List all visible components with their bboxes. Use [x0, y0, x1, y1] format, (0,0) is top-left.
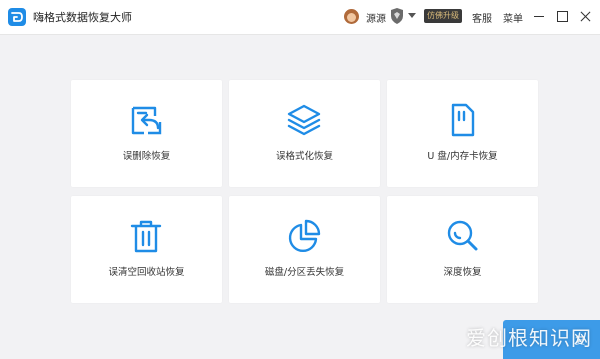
magnifier-icon	[447, 220, 478, 251]
maximize-icon[interactable]	[555, 9, 569, 23]
card-label: 误格式化恢复	[275, 151, 333, 162]
upgrade-button[interactable]: 仿佛升级	[424, 9, 462, 23]
pie-chart-icon	[288, 219, 321, 252]
card-deleted-recovery[interactable]: 误删除恢复	[71, 80, 222, 187]
sd-card-icon	[451, 103, 475, 137]
title-bar: 嗨格式数据恢复大师 源源 仿佛升级 客服 菜单	[0, 0, 600, 35]
card-recycle-bin-recovery[interactable]: 误清空回收站恢复	[71, 196, 222, 303]
minimize-icon[interactable]	[532, 9, 546, 23]
file-undo-icon	[131, 106, 162, 135]
trash-icon	[130, 220, 162, 253]
card-label: 磁盘/分区丢失恢复	[264, 267, 345, 278]
card-label: 误清空回收站恢复	[108, 267, 185, 278]
card-label: U 盘/内存卡恢复	[427, 151, 498, 162]
app-title: 嗨格式数据恢复大师	[33, 11, 132, 24]
close-icon[interactable]	[578, 9, 592, 23]
layers-icon	[287, 104, 321, 136]
watermark: 爱创根知识网	[466, 326, 592, 350]
vip-shield-icon	[391, 8, 403, 24]
card-label: 误删除恢复	[122, 151, 171, 162]
customer-service-link[interactable]: 客服	[472, 10, 492, 25]
card-label: 深度恢复	[443, 267, 482, 278]
card-format-recovery[interactable]: 误格式化恢复	[229, 80, 380, 187]
card-deep-recovery[interactable]: 深度恢复	[387, 196, 538, 303]
user-name[interactable]: 源源	[366, 10, 386, 25]
app-logo-icon	[8, 8, 26, 26]
menu-link[interactable]: 菜单	[503, 10, 523, 25]
chevron-down-icon[interactable]	[408, 13, 416, 18]
avatar[interactable]	[344, 9, 359, 24]
card-partition-recovery[interactable]: 磁盘/分区丢失恢复	[229, 196, 380, 303]
card-usb-sd-recovery[interactable]: U 盘/内存卡恢复	[387, 80, 538, 187]
